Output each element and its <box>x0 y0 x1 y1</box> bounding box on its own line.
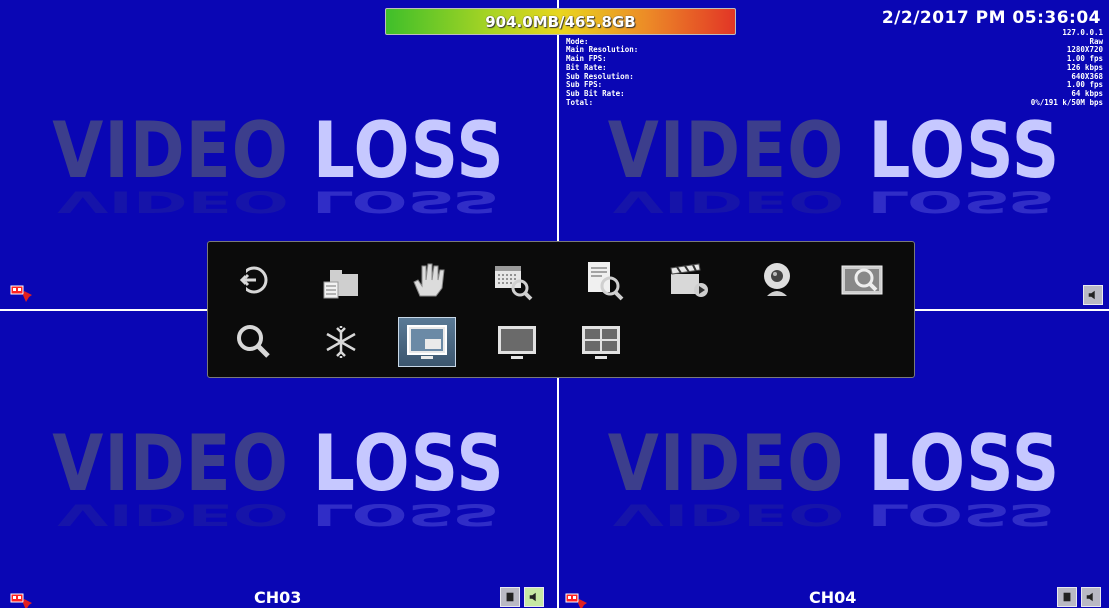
camera-alert-icon <box>10 283 34 303</box>
info-row: Main Resolution: 1280X720 <box>566 45 1103 55</box>
speaker-icon <box>529 592 536 602</box>
ip-address: 127.0.0.1 <box>1062 28 1103 37</box>
channel-label: CH03 <box>254 588 302 607</box>
video-loss-text: VIDEO LOSS <box>52 418 505 509</box>
search-icon[interactable] <box>225 317 283 367</box>
channel-label: CH04 <box>809 588 857 607</box>
info-row: Sub FPS: 1.00 fps <box>566 80 1103 90</box>
hand-icon[interactable] <box>399 255 457 305</box>
info-row: Sub Resolution: 640X368 <box>566 71 1103 81</box>
info-row: Mode: Raw <box>566 36 1103 46</box>
speaker-icon <box>1086 592 1093 602</box>
storage-usage-text: 904.0MB/465.8GB <box>485 12 636 31</box>
calendar-search-icon[interactable] <box>484 255 542 305</box>
info-row: Bit Rate: 126 kbps <box>566 62 1103 72</box>
speaker-icon <box>1088 290 1095 300</box>
zoom-screen-icon[interactable] <box>833 255 891 305</box>
video-loss-text: VIDEO LOSS <box>52 105 505 196</box>
audio-button[interactable] <box>1081 587 1101 607</box>
single-screen-icon[interactable] <box>488 317 546 367</box>
record-icon <box>1063 592 1071 602</box>
info-row: Main FPS: 1.00 fps <box>566 54 1103 64</box>
audio-button[interactable] <box>524 587 544 607</box>
video-play-icon[interactable] <box>660 255 718 305</box>
stream-info-panel: 127.0.0.1 Mode: Raw Main Resolution: 1280X… <box>566 28 1103 107</box>
folder-icon[interactable] <box>315 255 373 305</box>
quad-screen-icon[interactable] <box>572 317 630 367</box>
webcam-icon[interactable] <box>748 255 806 305</box>
record-button[interactable] <box>500 587 520 607</box>
pip-layout-icon[interactable] <box>398 317 456 367</box>
camera-alert-icon <box>565 591 589 608</box>
video-loss-text: VIDEO LOSS <box>607 105 1061 196</box>
system-datetime: 2/2/2017 PM 05:36:04 <box>881 8 1101 28</box>
audio-button[interactable] <box>1083 285 1103 305</box>
freeze-icon[interactable] <box>312 317 370 367</box>
video-loss-text: VIDEO LOSS <box>607 418 1061 509</box>
document-search-icon[interactable] <box>575 255 633 305</box>
camera-alert-icon <box>10 591 34 608</box>
info-row: Total: 0%/191 k/50M bps <box>566 97 1103 107</box>
back-icon[interactable] <box>225 255 283 305</box>
record-button[interactable] <box>1057 587 1077 607</box>
info-row: Sub Bit Rate: 64 kbps <box>566 88 1103 98</box>
quick-menu <box>207 241 915 378</box>
record-icon <box>506 592 514 602</box>
